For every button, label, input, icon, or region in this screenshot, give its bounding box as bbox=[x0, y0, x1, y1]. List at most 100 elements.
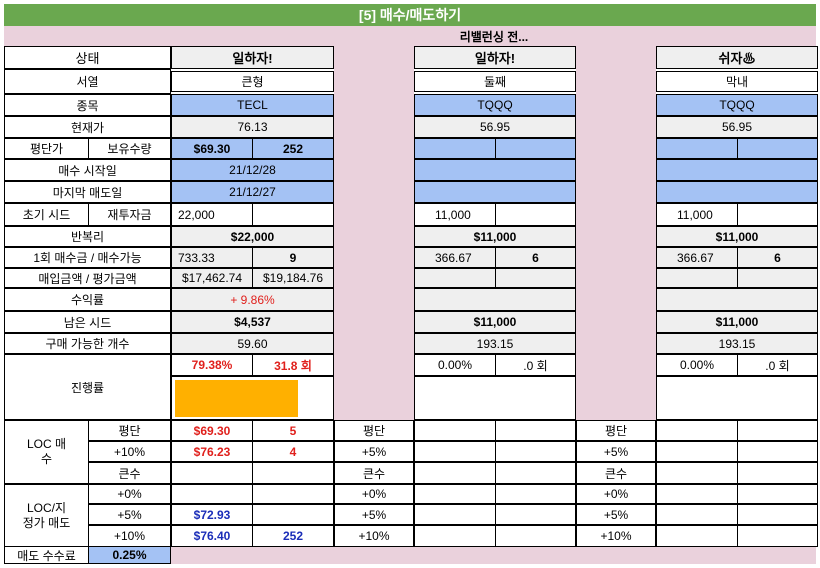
slot3-sell-10-price bbox=[656, 525, 738, 547]
slot2-per-buy: 366.67 bbox=[414, 247, 496, 268]
slot3-avg-price[interactable] bbox=[656, 138, 738, 159]
slot1-progress-track bbox=[171, 376, 334, 420]
slot3-sell-5-qty bbox=[737, 504, 818, 525]
slot1-ticker[interactable]: TECL bbox=[171, 94, 334, 116]
label-order: 서열 bbox=[4, 69, 171, 94]
label-buy-eval: 매입금액 / 평가금액 bbox=[4, 268, 171, 288]
slot2-sell-5-price bbox=[414, 504, 496, 525]
slot2-last-sell[interactable] bbox=[414, 181, 576, 203]
slot3-buyable: 6 bbox=[737, 247, 818, 268]
slot2-label-sell-plus0: +0% bbox=[334, 484, 414, 504]
slot2-loc-5-price bbox=[414, 441, 496, 462]
slot2-buy-start[interactable] bbox=[414, 159, 576, 181]
slot3-initial-seed[interactable]: 11,000 bbox=[656, 203, 738, 226]
slot2-loc-avg-qty bbox=[495, 420, 576, 441]
slot3-sell-0-qty bbox=[737, 484, 818, 504]
label-loc-big: 큰수 bbox=[88, 462, 171, 484]
spacer-col-2 bbox=[576, 46, 656, 420]
label-reinvest: 재투자금 bbox=[88, 203, 171, 226]
slot3-holding-qty[interactable] bbox=[737, 138, 818, 159]
slot3-order[interactable]: 막내 bbox=[656, 71, 818, 92]
slot2-initial-seed[interactable]: 11,000 bbox=[414, 203, 496, 226]
slot3-sell-10-qty bbox=[737, 525, 818, 547]
slot2-buy-amount bbox=[414, 268, 496, 288]
slot1-current-price: 76.13 bbox=[171, 116, 334, 138]
slot1-per-buy: 733.33 bbox=[171, 247, 253, 268]
slot1-sell-5-price: $72.93 bbox=[171, 504, 253, 525]
slot3-buy-start[interactable] bbox=[656, 159, 818, 181]
slot3-current-price: 56.95 bbox=[656, 116, 818, 138]
slot1-loc-10-price: $76.23 bbox=[171, 441, 253, 462]
slot2-sell-0-price bbox=[414, 484, 496, 504]
label-profit: 수익률 bbox=[4, 288, 171, 311]
slot2-avg-price[interactable] bbox=[414, 138, 496, 159]
slot2-reinvest[interactable] bbox=[495, 203, 576, 226]
slot2-remaining-seed: $11,000 bbox=[414, 311, 576, 333]
slot1-holding-qty[interactable]: 252 bbox=[252, 138, 334, 159]
slot3-last-sell[interactable] bbox=[656, 181, 818, 203]
footer-band bbox=[88, 546, 816, 564]
slot2-loc-avg-price bbox=[414, 420, 496, 441]
slot3-label-sell-plus10: +10% bbox=[576, 525, 656, 547]
slot1-loc-10-qty: 4 bbox=[252, 441, 334, 462]
slot1-progress-rounds: 31.8 회 bbox=[252, 354, 334, 376]
sell-fee-value[interactable]: 0.25% bbox=[88, 546, 171, 564]
slot1-profit: + 9.86% bbox=[171, 288, 334, 311]
slot2-ticker[interactable]: TQQQ bbox=[414, 94, 576, 116]
slot1-sell-5-qty bbox=[252, 504, 334, 525]
slot2-label-loc-avg: 평단 bbox=[334, 420, 414, 441]
slot1-last-sell[interactable]: 21/12/27 bbox=[171, 181, 334, 203]
header-band bbox=[4, 26, 816, 46]
slot2-buyable-count: 193.15 bbox=[414, 333, 576, 354]
label-loc-buy: LOC 매수 bbox=[4, 420, 89, 484]
slot1-loc-big-price bbox=[171, 462, 253, 484]
spreadsheet: [5] 매수/매도하기 리밸런싱 전... 상태 서열 종목 현재가 평단가 보… bbox=[0, 0, 820, 568]
slot3-eval-amount bbox=[737, 268, 818, 288]
slot1-order[interactable]: 큰형 bbox=[171, 71, 334, 92]
slot1-sell-0-price bbox=[171, 484, 253, 504]
slot1-initial-seed[interactable]: 22,000 bbox=[171, 203, 253, 226]
slot3-label-loc-plus5: +5% bbox=[576, 441, 656, 462]
slot3-label-sell-plus0: +0% bbox=[576, 484, 656, 504]
slot2-loc-5-qty bbox=[495, 441, 576, 462]
slot2-order[interactable]: 둘째 bbox=[414, 71, 576, 92]
label-progress: 진행률 bbox=[4, 354, 171, 420]
label-loc-sell-text: LOC/지정가 매도 bbox=[22, 500, 71, 530]
slot2-holding-qty[interactable] bbox=[495, 138, 576, 159]
slot3-reinvest[interactable] bbox=[737, 203, 818, 226]
slot3-status: 쉬자♨ bbox=[656, 46, 818, 69]
slot2-buyable: 6 bbox=[495, 247, 576, 268]
label-per-buy: 1회 매수금 / 매수가능 bbox=[4, 247, 171, 268]
slot1-reinvest[interactable] bbox=[252, 203, 334, 226]
slot2-sell-10-qty bbox=[495, 525, 576, 547]
slot1-eval-amount: $19,184.76 bbox=[252, 268, 334, 288]
label-ticker: 종목 bbox=[4, 94, 171, 116]
label-buy-start: 매수 시작일 bbox=[4, 159, 171, 181]
slot2-loc-big-price bbox=[414, 462, 496, 484]
slot2-label-sell-plus5: +5% bbox=[334, 504, 414, 525]
label-status: 상태 bbox=[4, 46, 171, 69]
label-compound: 반복리 bbox=[4, 226, 171, 247]
label-loc-sell: LOC/지정가 매도 bbox=[4, 484, 89, 547]
slot3-label-loc-avg: 평단 bbox=[576, 420, 656, 441]
slot2-label-sell-plus10: +10% bbox=[334, 525, 414, 547]
slot2-label-loc-plus5: +5% bbox=[334, 441, 414, 462]
label-sell-plus5: +5% bbox=[88, 504, 171, 525]
slot3-ticker[interactable]: TQQQ bbox=[656, 94, 818, 116]
slot3-buyable-count: 193.15 bbox=[656, 333, 818, 354]
label-sell-fee: 매도 수수료 bbox=[4, 546, 89, 564]
slot3-per-buy: 366.67 bbox=[656, 247, 738, 268]
slot1-buyable-count: 59.60 bbox=[171, 333, 334, 354]
slot3-progress-rounds: .0 회 bbox=[737, 354, 818, 376]
label-loc-buy-text: LOC 매수 bbox=[26, 437, 67, 466]
slot3-sell-5-price bbox=[656, 504, 738, 525]
slot3-loc-big-qty bbox=[737, 462, 818, 484]
label-buyable-count: 구매 가능한 개수 bbox=[4, 333, 171, 354]
slot2-sell-0-qty bbox=[495, 484, 576, 504]
slot3-profit bbox=[656, 288, 818, 311]
label-avg-price: 평단가 bbox=[4, 138, 89, 159]
slot1-buy-start[interactable]: 21/12/28 bbox=[171, 159, 334, 181]
slot1-avg-price[interactable]: $69.30 bbox=[171, 138, 253, 159]
slot1-status: 일하자! bbox=[171, 46, 334, 69]
slot2-progress-track bbox=[414, 376, 576, 420]
